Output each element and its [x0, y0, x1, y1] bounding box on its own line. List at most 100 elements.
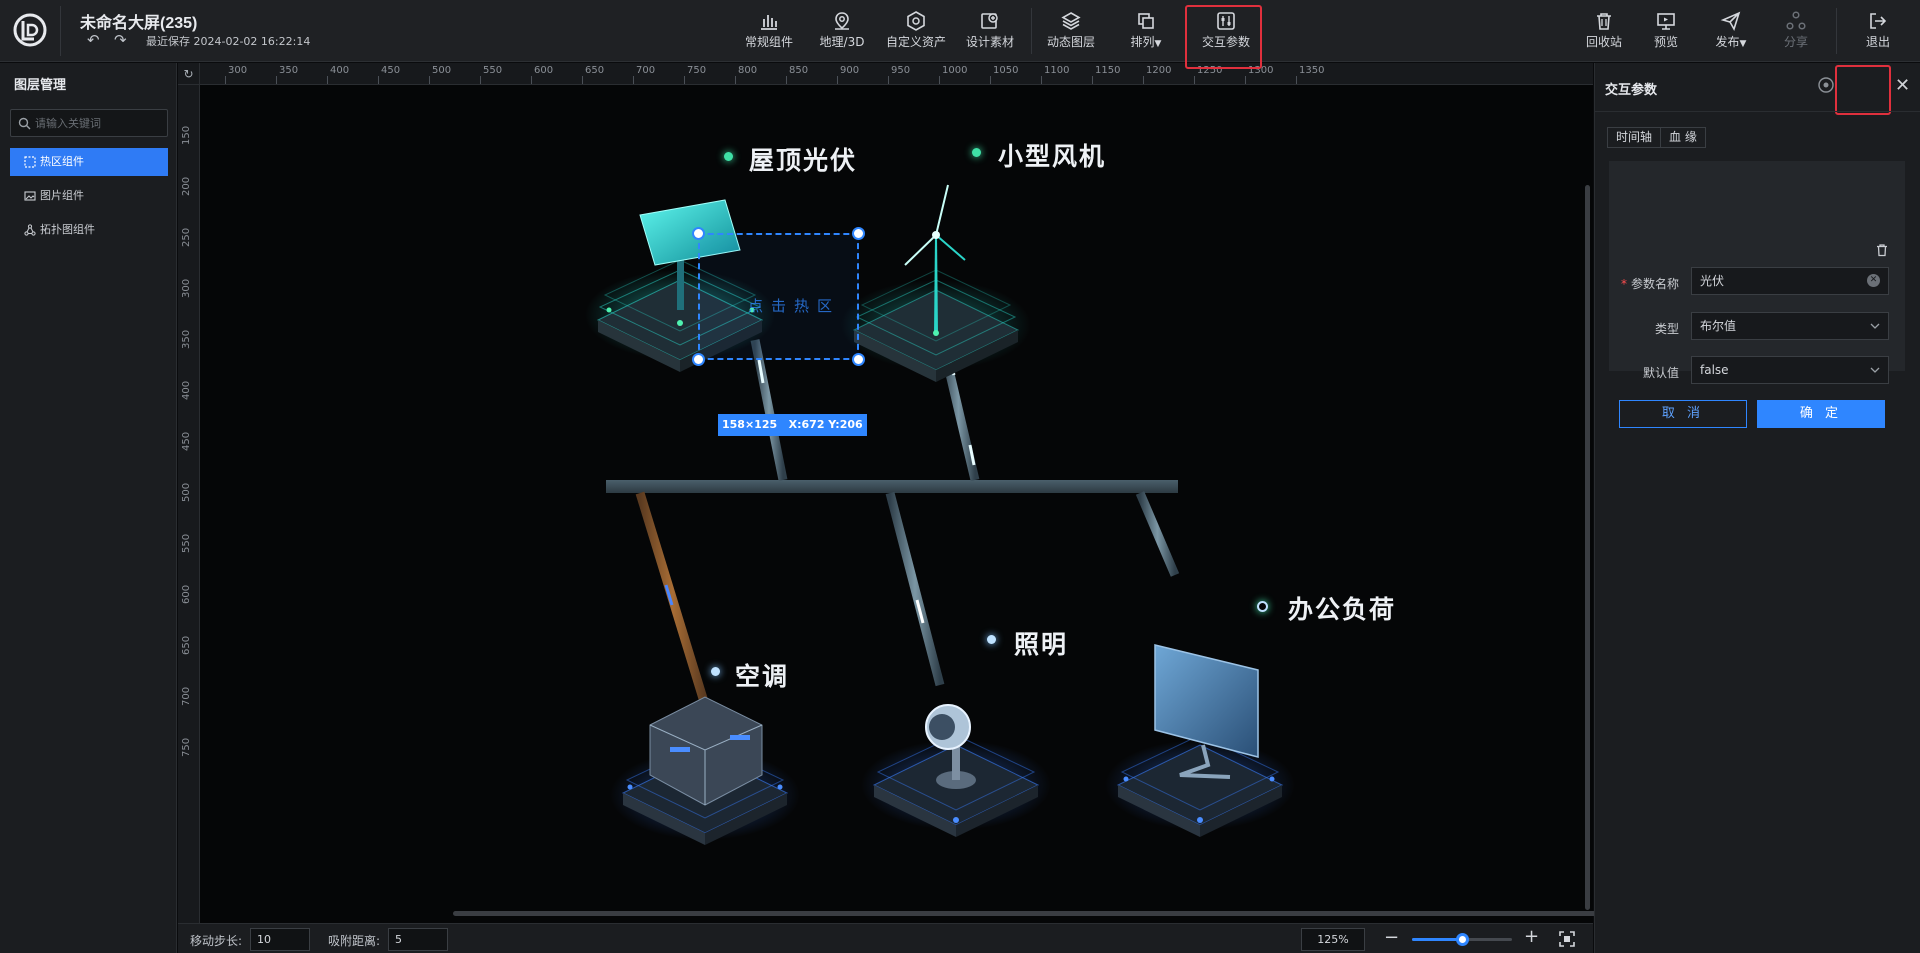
- tab-lineage[interactable]: 血 缘: [1660, 128, 1705, 147]
- ruler-tick-mark: [735, 76, 736, 84]
- ruler-tick-label: 350: [279, 65, 299, 76]
- ruler-tick-label: 1150: [1095, 65, 1121, 76]
- tool-custom-assets[interactable]: 自定义资产: [882, 6, 950, 54]
- search-input[interactable]: [35, 114, 163, 132]
- layer-label: 拓扑图组件: [40, 223, 95, 236]
- tool-label: 预览: [1653, 35, 1678, 49]
- ruler-tick-label: 650: [585, 65, 605, 76]
- bar-chart-icon: [761, 15, 777, 30]
- layer-search[interactable]: [10, 109, 168, 137]
- ruler-tick-mark: [990, 76, 991, 84]
- close-icon[interactable]: ✕: [1895, 75, 1910, 96]
- snap-label: 吸附距离:: [328, 934, 381, 948]
- resize-handle-br[interactable]: [852, 353, 865, 366]
- exit-icon: [1870, 13, 1887, 29]
- zoom-in-button[interactable]: +: [1524, 926, 1539, 947]
- caret-down-icon: ▼: [1739, 39, 1747, 49]
- ruler-tick-label: 450: [381, 65, 401, 76]
- tool-common-components[interactable]: 常规组件: [738, 6, 800, 54]
- param-name-input[interactable]: 光伏 ✕: [1691, 267, 1889, 295]
- ruler-tick-label: 550: [483, 65, 503, 76]
- undo-icon[interactable]: ↶: [87, 31, 100, 49]
- scrollbar-vertical[interactable]: [1585, 185, 1590, 910]
- resize-handle-tl[interactable]: [692, 227, 705, 240]
- document-title[interactable]: 未命名大屏(235): [80, 9, 197, 33]
- ruler-tick-label: 1050: [993, 65, 1019, 76]
- zoom-level-field[interactable]: 125%: [1301, 928, 1365, 951]
- status-dot: [972, 148, 981, 157]
- ruler-tick-label: 200: [181, 176, 192, 196]
- tab-timeline[interactable]: 时间轴: [1608, 128, 1660, 147]
- hotzone-selection[interactable]: 点击热区: [692, 227, 865, 366]
- ruler-tick-label: 150: [181, 125, 192, 145]
- tool-label: 分享: [1783, 35, 1808, 49]
- zoom-slider-handle[interactable]: [1456, 933, 1469, 946]
- zoom-out-button[interactable]: −: [1384, 927, 1399, 948]
- clear-icon[interactable]: ✕: [1867, 274, 1880, 287]
- tool-label: 常规组件: [744, 35, 793, 49]
- refresh-icon[interactable]: ↻: [178, 63, 200, 85]
- tool-label: 动态图层: [1046, 35, 1095, 49]
- ruler-tick-mark: [888, 76, 889, 84]
- trash-icon: [1597, 13, 1611, 30]
- bus-bar: [606, 480, 1178, 493]
- layer-label: 热区组件: [40, 155, 84, 168]
- ruler-tick-mark: [276, 76, 277, 84]
- status-dot: [987, 635, 996, 644]
- panel-title: 图层管理: [14, 78, 67, 93]
- layer-item-topology[interactable]: 拓扑图组件: [10, 216, 168, 244]
- zoom-slider[interactable]: [1412, 933, 1512, 946]
- snap-input[interactable]: 5: [388, 928, 448, 951]
- design-stage[interactable]: 屋顶光伏 小型风机 空调 照明 办公负荷 点击热区 158×125 X:672 …: [200, 85, 1593, 923]
- param-type-label: 类型: [1654, 322, 1679, 336]
- ruler-tick-mark: [1143, 76, 1144, 84]
- tool-label: 退出: [1865, 35, 1890, 49]
- tool-label: 回收站: [1585, 35, 1622, 49]
- app-logo-icon[interactable]: [12, 12, 48, 48]
- delete-icon[interactable]: [1875, 243, 1889, 257]
- ruler-tick-label: 550: [181, 533, 192, 553]
- tool-geo-3d[interactable]: 地理/3D: [812, 6, 872, 54]
- param-type-select[interactable]: 布尔值: [1691, 312, 1889, 340]
- tool-arrange[interactable]: 排列▼: [1120, 6, 1172, 54]
- resize-handle-bl[interactable]: [692, 353, 705, 366]
- ruler-tick-mark: [429, 76, 430, 84]
- tool-recycle-bin[interactable]: 回收站: [1582, 6, 1626, 54]
- tool-exit[interactable]: 退出: [1858, 6, 1898, 54]
- tool-share[interactable]: 分享: [1776, 6, 1816, 54]
- layer-item-hotzone[interactable]: 热区组件: [10, 148, 168, 176]
- fit-screen-icon[interactable]: [1558, 930, 1576, 948]
- panel-title: 交互参数: [1605, 83, 1658, 98]
- ruler-tick-label: 1200: [1146, 65, 1172, 76]
- map-pin-icon: [835, 12, 849, 30]
- ruler-tick-mark: [1092, 76, 1093, 84]
- scrollbar-horizontal[interactable]: [453, 911, 1763, 916]
- ruler-tick-mark: [327, 76, 328, 84]
- ruler-tick-label: 600: [534, 65, 554, 76]
- layer-item-image[interactable]: 图片组件: [10, 182, 168, 210]
- step-label: 移动步长:: [190, 934, 243, 948]
- target-icon[interactable]: [1817, 76, 1835, 94]
- ruler-tick-label: 1000: [942, 65, 968, 76]
- param-default-select[interactable]: false: [1691, 356, 1889, 384]
- redo-icon[interactable]: ↷: [114, 31, 127, 49]
- tool-design-materials[interactable]: 设计素材: [962, 6, 1018, 54]
- panel-tabs: 时间轴 血 缘: [1607, 127, 1706, 148]
- tool-dynamic-layers[interactable]: 动态图层: [1043, 6, 1099, 54]
- label-air-conditioning: 空调: [735, 662, 790, 691]
- confirm-button[interactable]: 确 定: [1757, 400, 1885, 428]
- cancel-button[interactable]: 取 消: [1619, 400, 1747, 428]
- tool-preview[interactable]: 预览: [1646, 6, 1686, 54]
- param-default-value: false: [1700, 363, 1729, 377]
- ruler-tick-label: 800: [738, 65, 758, 76]
- resize-handle-tr[interactable]: [852, 227, 865, 240]
- ruler-tick-label: 950: [891, 65, 911, 76]
- tool-publish[interactable]: 发布▼: [1706, 6, 1756, 54]
- arrange-icon: [1138, 13, 1154, 29]
- share-icon: [1786, 11, 1806, 30]
- ruler-tick-label: 350: [181, 329, 192, 349]
- ruler-tick-label: 750: [181, 737, 192, 757]
- monitor-icon: [1657, 13, 1675, 30]
- last-save-time: 最近保存 2024-02-02 16:22:14: [146, 35, 311, 48]
- step-input[interactable]: 10: [250, 928, 310, 951]
